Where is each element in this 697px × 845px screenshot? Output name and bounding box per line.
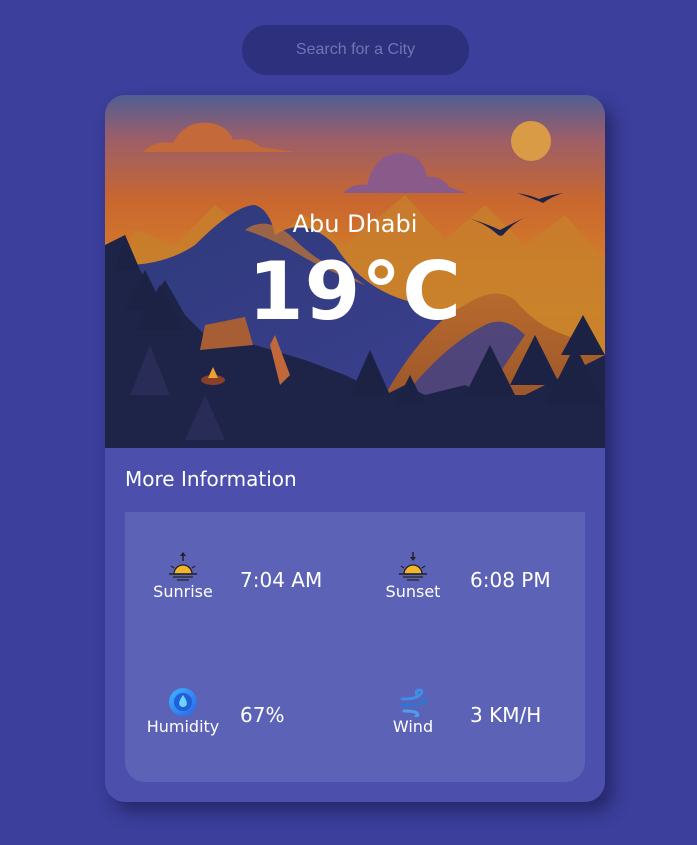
- sunrise-item: Sunrise 7:04 AM: [125, 512, 355, 647]
- humidity-item: Humidity 67%: [125, 647, 355, 782]
- humidity-value: 67%: [240, 703, 285, 727]
- sunset-icon: [399, 552, 427, 581]
- wind-item: Wind 3 KM/H: [355, 647, 585, 782]
- more-info-title: More Information: [125, 467, 297, 491]
- city-search-input[interactable]: [242, 25, 469, 75]
- sunset-value: 6:08 PM: [470, 568, 551, 592]
- wind-icon: [399, 688, 427, 717]
- humidity-icon: [169, 688, 197, 716]
- city-name: Abu Dhabi: [292, 210, 418, 238]
- wind-value: 3 KM/H: [470, 703, 542, 727]
- temperature: 19°C: [247, 245, 463, 338]
- sunrise-value: 7:04 AM: [240, 568, 323, 592]
- weather-card: Abu Dhabi 19°C More Information Sunrise …: [105, 95, 605, 802]
- sunset-item: Sunset 6:08 PM: [355, 512, 585, 647]
- sunrise-label: Sunrise: [153, 582, 213, 601]
- sunset-label: Sunset: [385, 582, 441, 601]
- humidity-label: Humidity: [146, 717, 220, 736]
- info-panel: Sunrise 7:04 AM Sunset 6:08 PM Humidity …: [125, 512, 585, 782]
- wind-label: Wind: [392, 717, 434, 736]
- sunrise-icon: [169, 552, 197, 581]
